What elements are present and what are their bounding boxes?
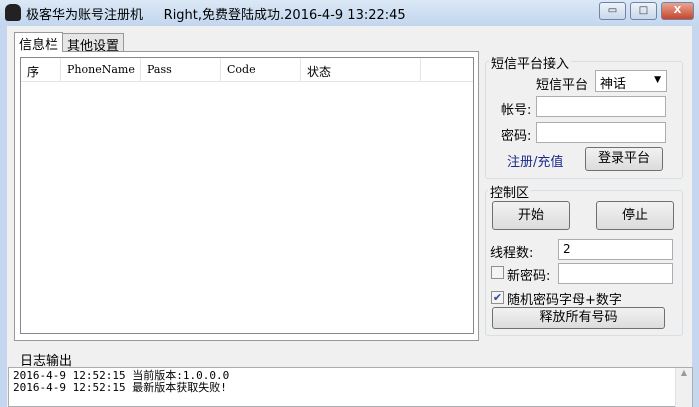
password-label: 密码: (501, 129, 532, 144)
stop-button[interactable]: 停止 (596, 201, 674, 230)
tab-info[interactable]: 信息栏 (14, 32, 64, 53)
log-line: 2016-4-9 12:52:15 最新版本获取失败! (13, 381, 227, 394)
threads-input[interactable]: 2 (558, 239, 673, 260)
log-scrollbar[interactable]: ▲ (675, 368, 692, 407)
column-header-filler (421, 58, 473, 82)
column-header-pass[interactable]: Pass (141, 58, 221, 82)
log-output[interactable]: 2016-4-9 12:52:15 当前版本:1.0.0.0 2016-4-9 1… (8, 367, 693, 407)
control-group-label: 控制区 (488, 182, 532, 201)
close-button[interactable]: X (661, 2, 694, 20)
platform-label: 短信平台 (536, 78, 589, 93)
register-recharge-link[interactable]: 注册/充值 (507, 151, 563, 170)
minimize-button[interactable]: ▭ (599, 2, 626, 20)
phone-list[interactable]: 序 PhoneName Pass Code 状态 (20, 57, 474, 334)
login-platform-button[interactable]: 登录平台 (585, 147, 663, 171)
column-header-status[interactable]: 状态 (301, 58, 421, 82)
maximize-button[interactable]: □ (630, 2, 657, 20)
column-header-index[interactable]: 序 (21, 58, 61, 82)
random-password-checkbox[interactable]: ✔ (491, 291, 504, 304)
new-password-input[interactable] (558, 263, 673, 284)
app-icon (5, 4, 21, 21)
platform-select[interactable]: 神话 ▼ (595, 70, 667, 92)
scroll-up-icon[interactable]: ▲ (681, 368, 687, 377)
random-password-label: 随机密码字母+数字 (507, 293, 622, 308)
chevron-down-icon: ▼ (654, 75, 661, 85)
password-input[interactable] (536, 122, 666, 143)
new-password-checkbox[interactable] (491, 266, 504, 279)
threads-label: 线程数: (490, 246, 534, 261)
start-button[interactable]: 开始 (492, 201, 570, 230)
account-label: 帐号: (501, 103, 532, 118)
platform-value: 神话 (600, 77, 627, 92)
checkmark-icon: ✔ (492, 291, 503, 304)
release-all-numbers-button[interactable]: 释放所有号码 (492, 307, 665, 329)
tab-other-settings[interactable]: 其他设置 (62, 33, 125, 54)
title-bar[interactable]: 极客华为账号注册机 Right,免费登陆成功.2016-4-9 13:22:45… (0, 0, 699, 26)
new-password-label: 新密码: (507, 269, 551, 284)
sms-group-label: 短信平台接入 (489, 53, 572, 72)
column-header-phonename[interactable]: PhoneName (61, 58, 141, 82)
window-title: 极客华为账号注册机 Right,免费登陆成功.2016-4-9 13:22:45 (26, 8, 406, 23)
column-header-code[interactable]: Code (221, 58, 301, 82)
account-input[interactable] (536, 96, 666, 117)
